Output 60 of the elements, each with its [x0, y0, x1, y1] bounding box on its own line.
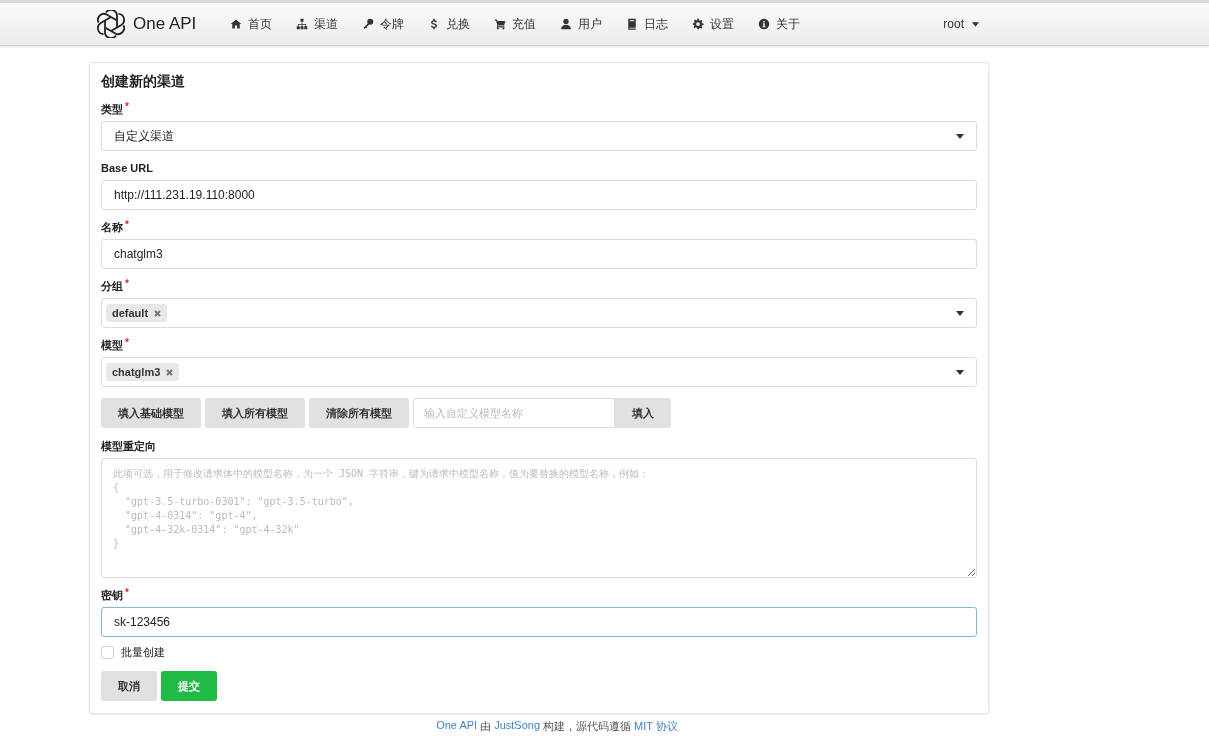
- text-field[interactable]: sk-123456: [101, 607, 977, 637]
- field-label: 名称: [101, 221, 123, 234]
- tag: chatglm3: [106, 363, 180, 381]
- cancel-button[interactable]: 取消: [101, 671, 157, 701]
- logo-icon: [97, 10, 125, 38]
- required-mark: *: [125, 339, 129, 347]
- gear-icon: [692, 18, 705, 30]
- footer-link[interactable]: MIT 协议: [634, 719, 678, 734]
- action-button[interactable]: 填入所有模型: [205, 398, 305, 428]
- text-field[interactable]: http://111.231.19.110:8000: [101, 180, 977, 210]
- footer-text: 由: [480, 719, 492, 734]
- form-title: 创建新的渠道: [101, 73, 186, 91]
- nav-link[interactable]: 用户: [548, 3, 615, 45]
- footer-link[interactable]: JustSong: [494, 719, 541, 734]
- dropdown-caret-icon: [956, 133, 964, 139]
- select-field[interactable]: 自定义渠道: [101, 121, 977, 151]
- nav-link[interactable]: 令牌: [350, 3, 417, 45]
- fill-button[interactable]: 填入: [615, 398, 671, 428]
- footer-link[interactable]: One API: [436, 719, 478, 734]
- required-mark: *: [125, 221, 129, 229]
- required-mark: *: [125, 103, 129, 111]
- required-mark: *: [125, 589, 129, 597]
- user-icon: [560, 18, 573, 30]
- home-icon: [230, 18, 243, 30]
- action-button[interactable]: 清除所有模型: [309, 398, 409, 428]
- nav-link[interactable]: 渠道: [284, 3, 351, 45]
- text-field[interactable]: chatglm3: [101, 239, 977, 269]
- footer-text: 构建，源代码遵循: [543, 719, 632, 734]
- nav-link[interactable]: 首页: [218, 3, 285, 45]
- sitemap-icon: [296, 18, 309, 30]
- nav-link[interactable]: 兑换: [416, 3, 483, 45]
- key-icon: [362, 18, 375, 30]
- multi-select-field[interactable]: default: [101, 298, 977, 328]
- remove-icon[interactable]: [154, 309, 162, 317]
- book-icon: [626, 18, 639, 30]
- field-label: 模型: [101, 339, 123, 352]
- brand-name[interactable]: One API: [133, 14, 197, 34]
- field-label: Base URL: [101, 162, 153, 175]
- nav-link[interactable]: 设置: [680, 3, 747, 45]
- dropdown-caret-icon: [956, 369, 964, 375]
- checkbox-label[interactable]: 批量创建: [121, 645, 165, 660]
- caret-icon: [972, 21, 979, 27]
- multi-select-field[interactable]: chatglm3: [101, 357, 977, 387]
- nav-link[interactable]: 充值: [482, 3, 549, 45]
- field-label: 密钥: [101, 589, 123, 602]
- remove-icon[interactable]: [166, 368, 174, 376]
- dropdown-caret-icon: [956, 310, 964, 316]
- nav-link[interactable]: 关于: [746, 3, 813, 45]
- checkbox[interactable]: [101, 646, 114, 659]
- tag: default: [106, 304, 168, 322]
- action-button[interactable]: 填入基础模型: [101, 398, 201, 428]
- cart-icon: [494, 18, 507, 30]
- user-menu[interactable]: root: [943, 17, 979, 31]
- model-name-field[interactable]: 输入自定义模型名称: [413, 398, 615, 428]
- info-icon: [758, 18, 771, 30]
- field-label: 类型: [101, 103, 123, 116]
- nav-link[interactable]: 日志: [614, 3, 681, 45]
- field-label: 模型重定向: [101, 440, 156, 453]
- field-label: 分组: [101, 280, 123, 293]
- required-mark: *: [125, 280, 129, 288]
